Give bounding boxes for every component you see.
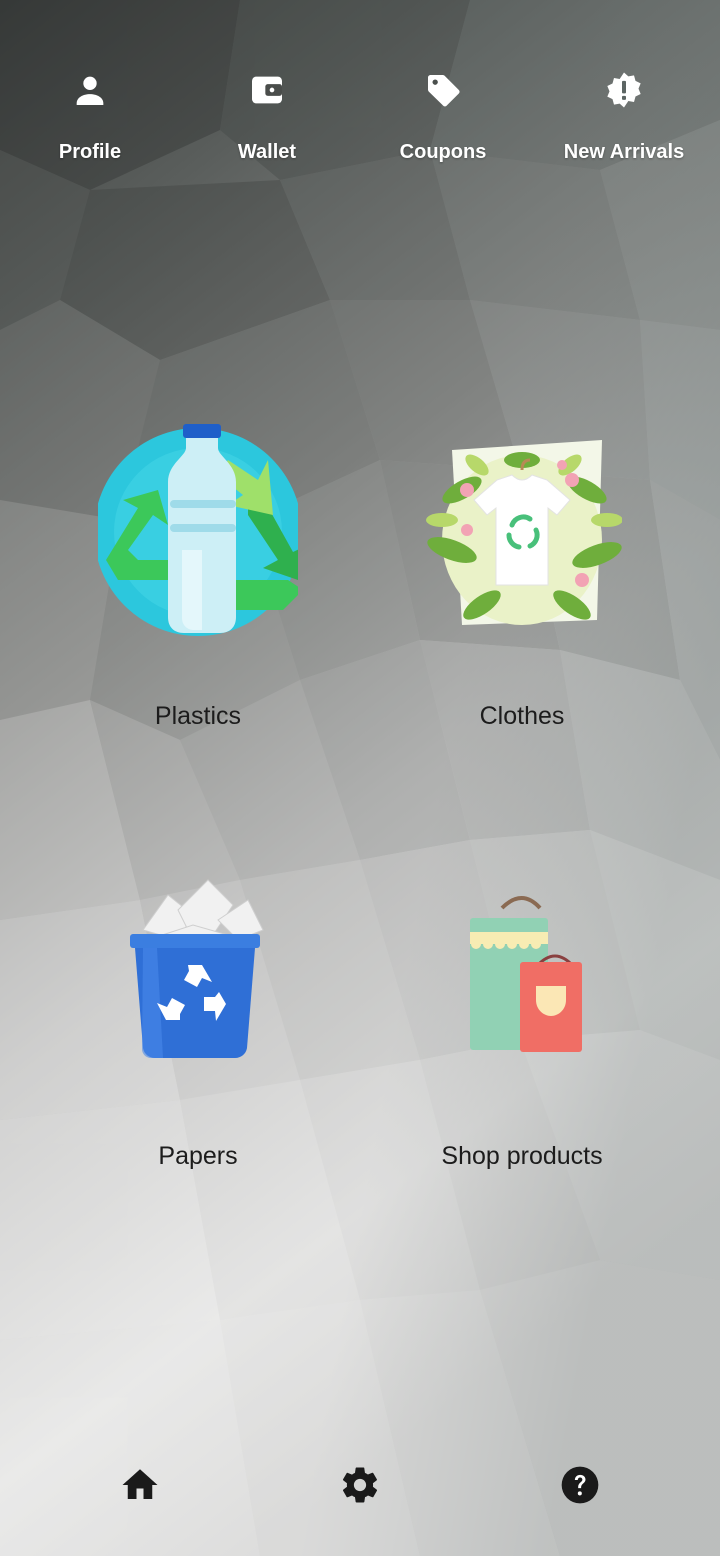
coupons-label: Coupons bbox=[399, 141, 487, 163]
shopping-bags-icon bbox=[470, 896, 582, 1052]
coupons-button[interactable]: Coupons bbox=[353, 60, 533, 190]
wallet-icon bbox=[252, 76, 282, 104]
shop-products-label: Shop products bbox=[441, 1142, 603, 1170]
category-plastics[interactable]: Plastics bbox=[48, 420, 348, 780]
papers-label: Papers bbox=[158, 1142, 238, 1170]
tshirt-recycle-icon bbox=[426, 440, 622, 625]
wallet-button[interactable]: Wallet bbox=[177, 60, 357, 190]
profile-button[interactable]: Profile bbox=[0, 60, 180, 190]
new-releases-icon bbox=[607, 72, 641, 108]
category-clothes[interactable]: Clothes bbox=[372, 420, 672, 780]
paper-recycle-bin-icon bbox=[130, 879, 264, 1058]
tag-icon bbox=[428, 75, 460, 107]
plastics-label: Plastics bbox=[154, 702, 242, 730]
bottom-nav bbox=[0, 1440, 720, 1530]
plastic-bottle-recycle-icon bbox=[98, 424, 298, 636]
home-icon bbox=[122, 1469, 158, 1499]
help-button[interactable] bbox=[555, 1460, 605, 1510]
clothes-label: Clothes bbox=[479, 702, 565, 730]
category-shop-products[interactable]: Shop products bbox=[372, 870, 672, 1230]
category-papers[interactable]: Papers bbox=[48, 870, 348, 1230]
new-arrivals-button[interactable]: New Arrivals bbox=[534, 60, 714, 190]
wallet-label: Wallet bbox=[237, 141, 297, 163]
settings-button[interactable] bbox=[335, 1460, 385, 1510]
new-arrivals-label: New Arrivals bbox=[563, 141, 685, 163]
home-button[interactable] bbox=[115, 1460, 165, 1510]
profile-label: Profile bbox=[58, 141, 122, 163]
help-icon bbox=[561, 1466, 599, 1504]
top-nav: Profile Wallet Coupons New Arrivals bbox=[0, 0, 720, 200]
person-icon bbox=[76, 76, 104, 105]
settings-icon bbox=[342, 1467, 378, 1503]
